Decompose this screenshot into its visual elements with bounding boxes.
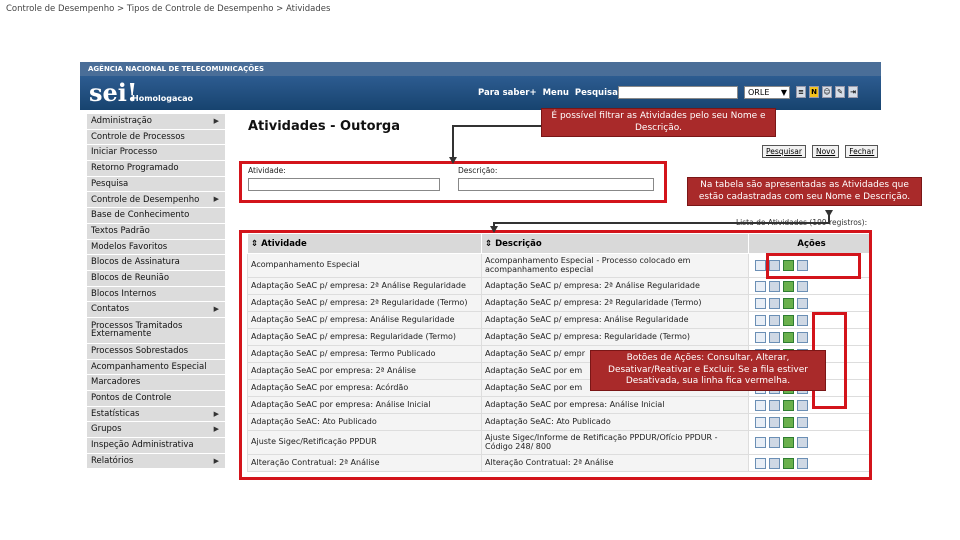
menu-item-label: Processos Tramitados Externamente xyxy=(91,320,183,340)
menu-item-label: Textos Padrão xyxy=(91,225,150,236)
arrow-head-icon xyxy=(490,226,498,233)
unit-value: ORLE xyxy=(748,88,770,97)
list-icon[interactable]: ≡ xyxy=(796,86,806,98)
menu-item-label: Controle de Processos xyxy=(91,131,185,142)
menu-item[interactable]: Blocos de Reunião xyxy=(87,270,225,287)
menu-item[interactable]: Iniciar Processo xyxy=(87,145,225,162)
actions-row-highlight xyxy=(766,253,861,279)
arrow-line xyxy=(453,125,541,127)
pesquisar-button[interactable]: Pesquisar xyxy=(762,145,806,158)
menu-item-label: Controle de Desempenho xyxy=(91,194,200,205)
menu-item[interactable]: Grupos ▶ xyxy=(87,422,225,439)
menu-item-label: Retorno Programado xyxy=(91,163,179,174)
arrow-head-icon xyxy=(449,157,457,164)
menu-item[interactable]: Contatos ▶ xyxy=(87,302,225,318)
menu-item[interactable]: Marcadores xyxy=(87,375,225,391)
nav-pesquisa[interactable]: Pesquisa xyxy=(575,88,618,98)
nav-para-saber[interactable]: Para saber+ xyxy=(478,88,537,98)
environment-label: Homologacao xyxy=(132,94,194,103)
exit-icon[interactable]: ⇥ xyxy=(848,86,858,98)
arrow-head-icon xyxy=(825,210,833,217)
menu-item-label: Processos Sobrestados xyxy=(91,346,189,357)
menu-item[interactable]: Relatórios ▶ xyxy=(87,453,225,470)
menu-item[interactable]: Administração ▶ xyxy=(87,114,225,130)
user-icon[interactable]: ☺ xyxy=(822,86,832,98)
menu-item-label: Acompanhamento Especial xyxy=(91,361,207,372)
arrow-line xyxy=(494,222,828,224)
menu-item-label: Blocos de Reunião xyxy=(91,272,170,283)
fechar-button[interactable]: Fechar xyxy=(845,145,879,158)
agency-bar: AGÊNCIA NACIONAL DE TELECOMUNICAÇÕES xyxy=(80,62,881,76)
menu-item-label: Relatórios xyxy=(91,455,134,466)
submenu-arrow-icon: ▶ xyxy=(213,409,219,418)
menu-item[interactable]: Processos Sobrestados xyxy=(87,343,225,360)
submenu-arrow-icon: ▶ xyxy=(213,305,219,314)
menu-item-label: Blocos de Assinatura xyxy=(91,257,180,268)
tools-icon[interactable]: ✎ xyxy=(835,86,845,98)
sei-logo[interactable]: sei! xyxy=(89,78,137,107)
filter-callout: É possível filtrar as Atividades pelo se… xyxy=(541,108,776,138)
menu-item-label: Blocos Internos xyxy=(91,288,157,299)
menu-item-label: Modelos Favoritos xyxy=(91,241,168,252)
menu-item-label: Inspeção Administrativa xyxy=(91,440,194,451)
menu-item[interactable]: Controle de Processos xyxy=(87,129,225,146)
menu-item-label: Pontos de Controle xyxy=(91,393,172,404)
unit-select[interactable]: ORLE ▼ xyxy=(744,86,790,99)
menu-item[interactable]: Blocos Internos xyxy=(87,286,225,303)
header-nav: Para saber+ Menu Pesquisa xyxy=(478,88,618,98)
submenu-arrow-icon: ▶ xyxy=(213,425,219,434)
menu-item-label: Grupos xyxy=(91,424,122,435)
novo-button[interactable]: Novo xyxy=(811,145,840,158)
menu-item[interactable]: Blocos de Assinatura xyxy=(87,255,225,271)
menu-item[interactable]: Processos Tramitados Externamente xyxy=(87,317,225,344)
actions-callout: Botões de Ações: Consultar, Alterar, Des… xyxy=(590,350,826,392)
app-header: sei! Homologacao Para saber+ Menu Pesqui… xyxy=(80,76,881,110)
menu-item[interactable]: Acompanhamento Especial xyxy=(87,359,225,376)
menu-item[interactable]: Pontos de Controle xyxy=(87,391,225,407)
header-icons: ≡ N ☺ ✎ ⇥ xyxy=(796,86,858,98)
menu-item-label: Pesquisa xyxy=(91,178,129,189)
menu-item-label: Base de Conhecimento xyxy=(91,210,190,221)
menu-item[interactable]: Pesquisa xyxy=(87,176,225,193)
menu-item-label: Administração xyxy=(91,116,152,127)
action-buttons: Pesquisar Novo Fechar xyxy=(762,145,879,158)
menu-item-label: Contatos xyxy=(91,304,130,315)
menu-item-label: Marcadores xyxy=(91,377,141,388)
submenu-arrow-icon: ▶ xyxy=(213,116,219,125)
arrow-line xyxy=(452,125,454,158)
menu-item[interactable]: Estatísticas ▶ xyxy=(87,406,225,423)
page-title: Atividades - Outorga xyxy=(248,119,400,134)
menu-item[interactable]: Modelos Favoritos xyxy=(87,239,225,256)
dropdown-arrow-icon: ▼ xyxy=(780,88,787,97)
menu-item-label: Iniciar Processo xyxy=(91,147,158,158)
submenu-arrow-icon: ▶ xyxy=(213,195,219,204)
menu-item-label: Estatísticas xyxy=(91,408,140,419)
menu-item[interactable]: Controle de Desempenho ▶ xyxy=(87,192,225,209)
table-callout: Na tabela são apresentadas as Atividades… xyxy=(687,177,922,207)
submenu-arrow-icon: ▶ xyxy=(213,456,219,465)
menu-item[interactable]: Retorno Programado xyxy=(87,161,225,177)
breadcrumb: Controle de Desempenho > Tipos de Contro… xyxy=(6,4,331,14)
nav-menu[interactable]: Menu xyxy=(543,88,569,98)
filter-highlight xyxy=(239,161,667,203)
menu-item[interactable]: Base de Conhecimento xyxy=(87,208,225,224)
menu-item[interactable]: Inspeção Administrativa xyxy=(87,438,225,454)
menu-item[interactable]: Textos Padrão xyxy=(87,223,225,240)
side-menu: Administração ▶ Controle de Processos Inici… xyxy=(87,114,225,470)
notes-icon[interactable]: N xyxy=(809,86,819,98)
header-search-input[interactable] xyxy=(618,86,738,99)
